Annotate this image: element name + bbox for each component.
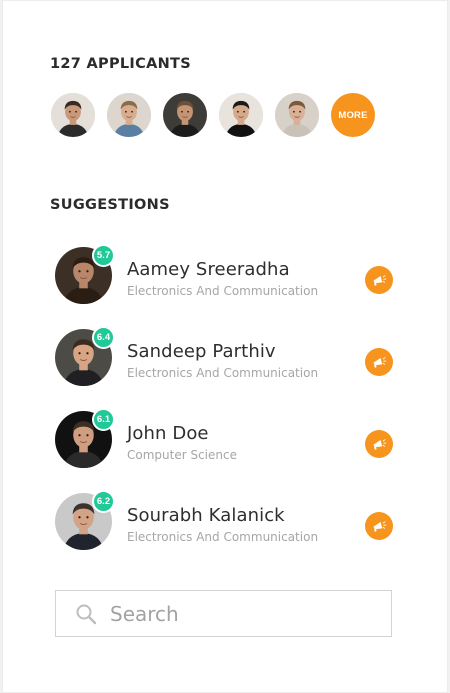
shortlist-button[interactable] (365, 266, 393, 294)
applicant-avatar-row: MORE (51, 93, 375, 137)
candidate-department: Electronics And Communication (127, 284, 319, 298)
suggestions-heading: SUGGESTIONS (50, 197, 170, 213)
search-icon (76, 604, 97, 624)
score-badge: 5.7 (92, 244, 115, 267)
search-box[interactable] (55, 590, 392, 637)
candidate-name[interactable]: Sourabh Kalanick (127, 505, 285, 526)
candidate-name[interactable]: John Doe (127, 423, 209, 444)
suggestions-list: 5.7 Aamey Sreeradha Electronics And Comm… (55, 244, 395, 575)
applicant-avatar-5[interactable] (275, 93, 319, 137)
search-input[interactable] (110, 595, 370, 632)
applicant-avatar-3[interactable] (163, 93, 207, 137)
applicants-count-heading: 127 APPLICANTS (50, 56, 191, 72)
applicants-panel: 127 APPLICANTS MORE SUGGESTIONS 5.7 Aame… (2, 0, 448, 693)
candidate-department: Electronics And Communication (127, 366, 319, 380)
shortlist-button[interactable] (365, 512, 393, 540)
suggestion-item[interactable]: 6.1 John Doe Computer Science (55, 408, 395, 493)
candidate-department: Computer Science (127, 448, 237, 462)
candidate-name[interactable]: Aamey Sreeradha (127, 259, 290, 280)
score-badge: 6.1 (92, 408, 115, 431)
candidate-name[interactable]: Sandeep Parthiv (127, 341, 276, 362)
suggestion-item[interactable]: 6.4 Sandeep Parthiv Electronics And Comm… (55, 326, 395, 411)
more-applicants-button[interactable]: MORE (331, 93, 375, 137)
shortlist-button[interactable] (365, 348, 393, 376)
applicant-avatar-2[interactable] (107, 93, 151, 137)
score-badge: 6.4 (92, 326, 115, 349)
megaphone-icon (373, 275, 387, 286)
applicant-avatar-4[interactable] (219, 93, 263, 137)
score-badge: 6.2 (92, 490, 115, 513)
megaphone-icon (373, 357, 387, 368)
suggestion-item[interactable]: 6.2 Sourabh Kalanick Electronics And Com… (55, 490, 395, 575)
candidate-department: Electronics And Communication (127, 530, 319, 544)
shortlist-button[interactable] (365, 430, 393, 458)
megaphone-icon (373, 521, 387, 532)
megaphone-icon (373, 439, 387, 450)
suggestion-item[interactable]: 5.7 Aamey Sreeradha Electronics And Comm… (55, 244, 395, 329)
applicant-avatar-1[interactable] (51, 93, 95, 137)
